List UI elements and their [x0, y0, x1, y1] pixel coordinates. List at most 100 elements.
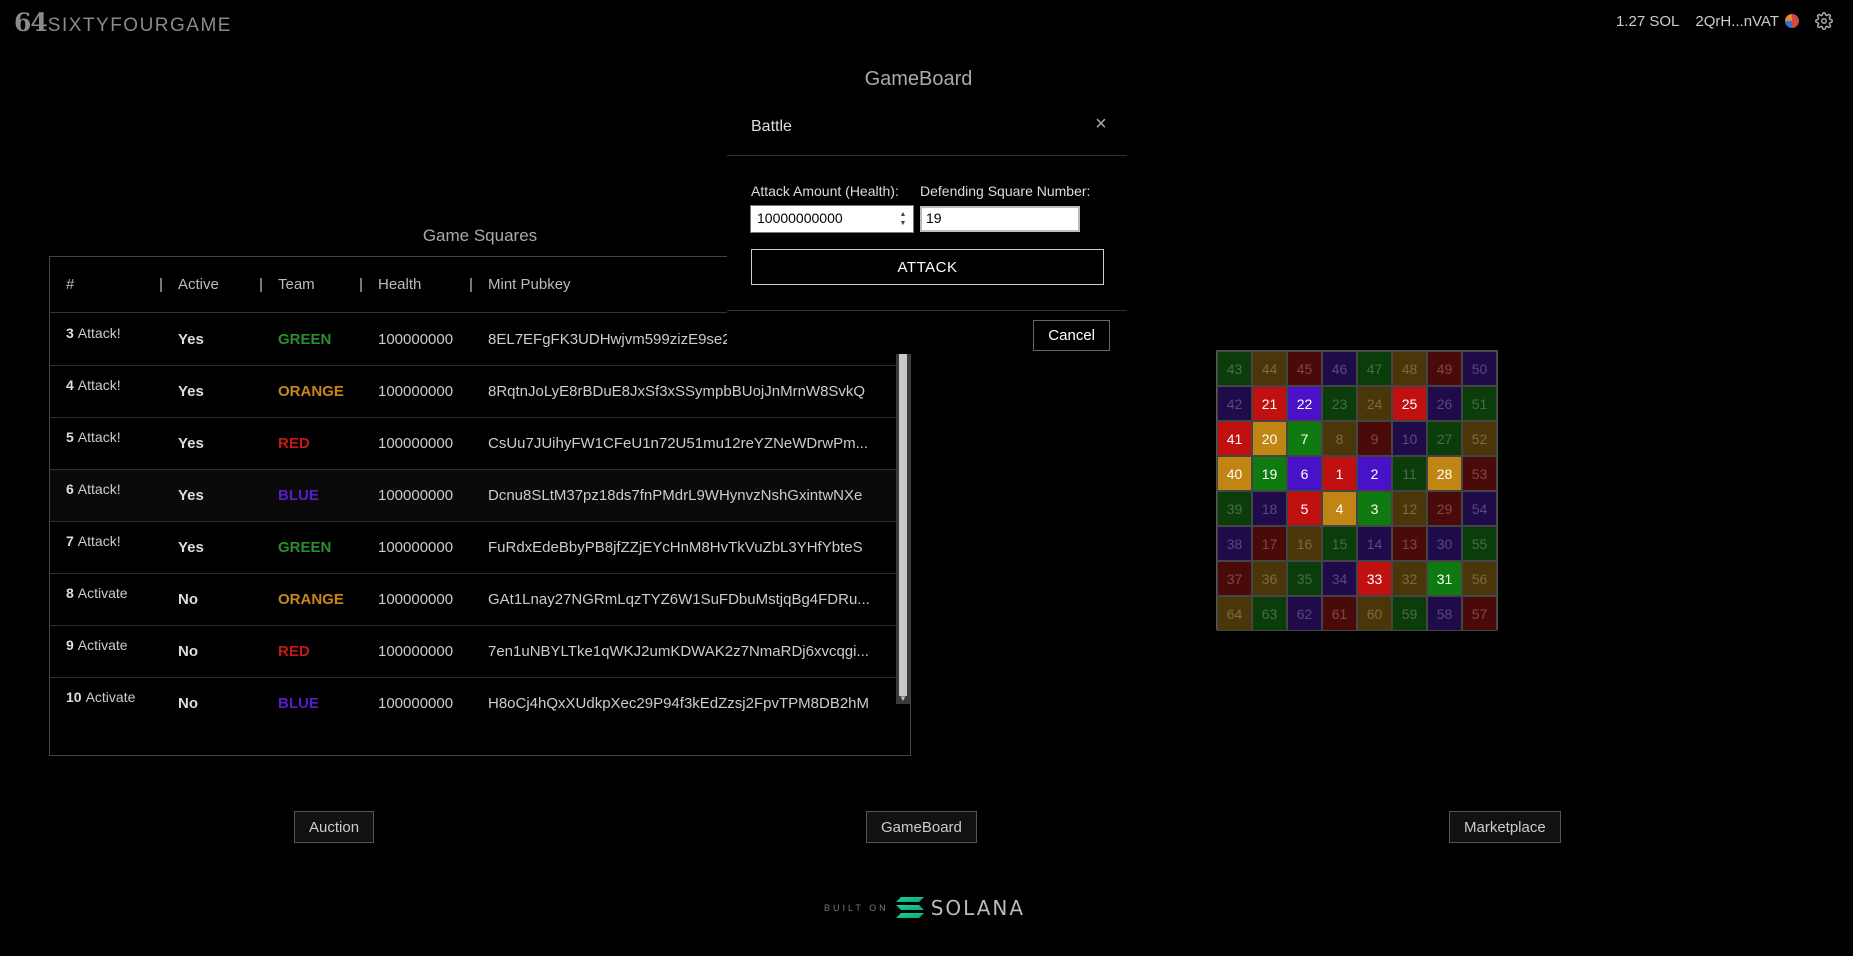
scrollbar-thumb[interactable] — [899, 316, 907, 696]
board-square[interactable]: 36 — [1252, 561, 1287, 596]
board-square[interactable]: 5 — [1287, 491, 1322, 526]
board-square[interactable]: 64 — [1217, 596, 1252, 631]
board-square[interactable]: 43 — [1217, 351, 1252, 386]
wallet-button[interactable]: 2QrH...nVAT — [1695, 13, 1799, 30]
board-square[interactable]: 18 — [1252, 491, 1287, 526]
board-square[interactable]: 62 — [1287, 596, 1322, 631]
auction-button[interactable]: Auction — [294, 811, 375, 843]
board-square[interactable]: 15 — [1322, 526, 1357, 561]
table-row[interactable]: 6 Attack! Yes BLUE 100000000 Dcnu8SLtM37pz18d… — [50, 470, 896, 522]
square-action-link[interactable]: Activate — [86, 689, 136, 705]
column-header-number[interactable]: # — [50, 257, 162, 312]
board-square[interactable]: 57 — [1462, 596, 1497, 631]
gameboard-button[interactable]: GameBoard — [866, 811, 977, 843]
board-square[interactable]: 1 — [1322, 456, 1357, 491]
board-square[interactable]: 16 — [1287, 526, 1322, 561]
close-icon[interactable]: × — [1093, 114, 1109, 134]
board-square[interactable]: 56 — [1462, 561, 1497, 596]
board-square[interactable]: 14 — [1357, 526, 1392, 561]
table-scrollbar[interactable]: ▲ ▼ — [896, 304, 910, 704]
board-square[interactable]: 12 — [1392, 491, 1427, 526]
board-square[interactable]: 38 — [1217, 526, 1252, 561]
board-square[interactable]: 52 — [1462, 421, 1497, 456]
board-square[interactable]: 8 — [1322, 421, 1357, 456]
board-square[interactable]: 42 — [1217, 386, 1252, 421]
board-square[interactable]: 7 — [1287, 421, 1322, 456]
cancel-button[interactable]: Cancel — [1033, 320, 1110, 351]
attack-button[interactable]: ATTACK — [751, 249, 1104, 285]
board-square[interactable]: 47 — [1357, 351, 1392, 386]
logo[interactable]: 64 SIXTYFOURGAME — [14, 8, 232, 37]
board-square[interactable]: 27 — [1427, 421, 1462, 456]
table-row[interactable]: 9 Activate No RED 100000000 7en1uNBYLTke1qWKJ… — [50, 626, 896, 678]
board-square[interactable]: 25 — [1392, 386, 1427, 421]
board-square[interactable]: 19 — [1252, 456, 1287, 491]
board-square[interactable]: 6 — [1287, 456, 1322, 491]
scroll-down-arrow-icon[interactable]: ▼ — [898, 694, 908, 704]
board-square[interactable]: 35 — [1287, 561, 1322, 596]
board-square[interactable]: 40 — [1217, 456, 1252, 491]
board-square[interactable]: 28 — [1427, 456, 1462, 491]
board-square[interactable]: 26 — [1427, 386, 1462, 421]
board-square[interactable]: 51 — [1462, 386, 1497, 421]
table-row[interactable]: 4 Attack! Yes ORANGE 100000000 8RqtnJoLyE8rBD… — [50, 366, 896, 418]
board-square[interactable]: 30 — [1427, 526, 1462, 561]
square-action-link[interactable]: Attack! — [78, 429, 121, 445]
square-action-link[interactable]: Attack! — [78, 325, 121, 341]
board-square[interactable]: 21 — [1252, 386, 1287, 421]
board-square[interactable]: 13 — [1392, 526, 1427, 561]
column-header-health[interactable]: Health — [362, 257, 472, 312]
team-cell: GREEN — [278, 331, 332, 348]
board-square[interactable]: 58 — [1427, 596, 1462, 631]
board-square[interactable]: 55 — [1462, 526, 1497, 561]
board-square[interactable]: 41 — [1217, 421, 1252, 456]
board-square[interactable]: 11 — [1392, 456, 1427, 491]
board-square[interactable]: 61 — [1322, 596, 1357, 631]
board-square[interactable]: 49 — [1427, 351, 1462, 386]
board-square[interactable]: 45 — [1287, 351, 1322, 386]
board-square[interactable]: 50 — [1462, 351, 1497, 386]
board-square[interactable]: 39 — [1217, 491, 1252, 526]
table-row[interactable]: 8 Activate No ORANGE 100000000 GAt1Lnay27NGRm… — [50, 574, 896, 626]
board-square[interactable]: 53 — [1462, 456, 1497, 491]
attack-amount-input[interactable]: 10000000000 ▲ ▼ — [750, 205, 914, 233]
board-square[interactable]: 2 — [1357, 456, 1392, 491]
table-row[interactable]: 10 Activate No BLUE 100000000 H8oCj4hQxXUdkpX… — [50, 678, 896, 716]
board-square[interactable]: 44 — [1252, 351, 1287, 386]
board-square[interactable]: 54 — [1462, 491, 1497, 526]
square-action-link[interactable]: Attack! — [78, 533, 121, 549]
defending-square-input[interactable]: 19 — [920, 206, 1080, 232]
board-square[interactable]: 10 — [1392, 421, 1427, 456]
board-square[interactable]: 60 — [1357, 596, 1392, 631]
board-square[interactable]: 63 — [1252, 596, 1287, 631]
column-header-active[interactable]: Active — [162, 257, 262, 312]
square-action-link[interactable]: Attack! — [78, 481, 121, 497]
board-square[interactable]: 29 — [1427, 491, 1462, 526]
square-action-link[interactable]: Activate — [78, 637, 128, 653]
board-square[interactable]: 24 — [1357, 386, 1392, 421]
board-square[interactable]: 17 — [1252, 526, 1287, 561]
board-square[interactable]: 33 — [1357, 561, 1392, 596]
board-square[interactable]: 37 — [1217, 561, 1252, 596]
board-square[interactable]: 32 — [1392, 561, 1427, 596]
board-square[interactable]: 34 — [1322, 561, 1357, 596]
square-action-link[interactable]: Attack! — [78, 377, 121, 393]
marketplace-button[interactable]: Marketplace — [1449, 811, 1561, 843]
built-on-solana[interactable]: BUILT ON SOLANA — [824, 896, 1025, 920]
board-square[interactable]: 20 — [1252, 421, 1287, 456]
board-square[interactable]: 46 — [1322, 351, 1357, 386]
board-square[interactable]: 3 — [1357, 491, 1392, 526]
board-square[interactable]: 22 — [1287, 386, 1322, 421]
square-action-link[interactable]: Activate — [78, 585, 128, 601]
board-square[interactable]: 9 — [1357, 421, 1392, 456]
table-row[interactable]: 7 Attack! Yes GREEN 100000000 FuRdxEdeBbyPB8j… — [50, 522, 896, 574]
board-square[interactable]: 59 — [1392, 596, 1427, 631]
gear-icon[interactable] — [1815, 12, 1833, 30]
board-square[interactable]: 23 — [1322, 386, 1357, 421]
column-header-team[interactable]: Team — [262, 257, 362, 312]
board-square[interactable]: 31 — [1427, 561, 1462, 596]
number-spinner-icon[interactable]: ▲ ▼ — [898, 210, 908, 228]
board-square[interactable]: 4 — [1322, 491, 1357, 526]
board-square[interactable]: 48 — [1392, 351, 1427, 386]
table-row[interactable]: 5 Attack! Yes RED 100000000 CsUu7JUihyFW1CFeU… — [50, 418, 896, 470]
